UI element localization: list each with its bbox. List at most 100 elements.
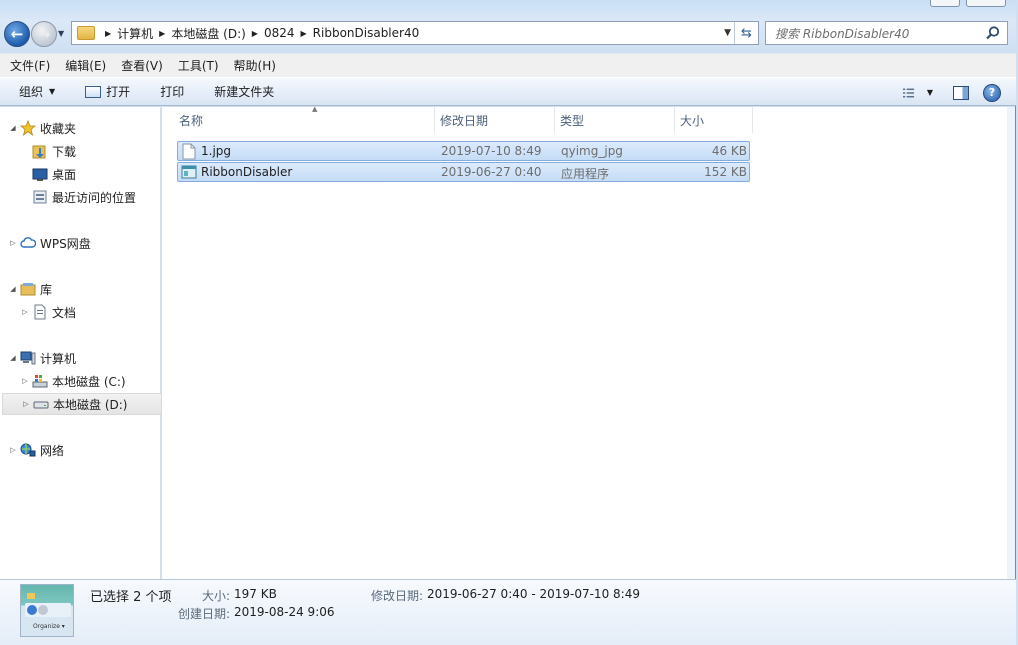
change-view-button[interactable]: ▼ bbox=[903, 87, 933, 99]
file-row[interactable]: 1.jpg 2019-07-10 8:49 qyimg_jpg 46 KB bbox=[177, 141, 750, 161]
downloads-folder-icon bbox=[32, 145, 46, 159]
folder-icon bbox=[77, 26, 95, 40]
tree-label: WPS网盘 bbox=[40, 236, 91, 251]
expanded-arrow-icon[interactable]: ◢ bbox=[8, 285, 18, 293]
tree-downloads[interactable]: 下载 bbox=[30, 140, 76, 162]
tree-label: 下载 bbox=[52, 144, 77, 159]
organize-label: 组织 bbox=[19, 85, 44, 99]
file-list: 名称 ▲ 修改日期 类型 大小 1.jpg 2019-07-10 8:49 qy… bbox=[162, 105, 1008, 579]
expanded-arrow-icon[interactable]: ◢ bbox=[8, 354, 18, 362]
collapsed-arrow-icon[interactable]: ▷ bbox=[20, 377, 30, 385]
new-folder-button[interactable]: 新建文件夹 bbox=[194, 77, 284, 106]
close-button[interactable] bbox=[966, 0, 1006, 7]
menu-bar: 文件(F) 编辑(E) 查看(V) 工具(T) 帮助(H) bbox=[0, 53, 1016, 77]
collapsed-arrow-icon[interactable]: ▷ bbox=[20, 308, 30, 316]
file-type: 应用程序 bbox=[561, 167, 610, 181]
tree-libraries[interactable]: ◢ 库 bbox=[8, 278, 52, 300]
menu-edit[interactable]: 编辑(E) bbox=[60, 57, 111, 74]
tree-recent-places[interactable]: 最近访问的位置 bbox=[30, 186, 136, 208]
expanded-arrow-icon[interactable]: ◢ bbox=[8, 124, 18, 132]
tree-label: 桌面 bbox=[52, 167, 77, 182]
tree-label: 最近访问的位置 bbox=[52, 190, 137, 205]
menu-file[interactable]: 文件(F) bbox=[5, 57, 55, 74]
computer-icon bbox=[20, 351, 36, 365]
tree-computer[interactable]: ◢ 计算机 bbox=[8, 347, 76, 369]
tree-label: 本地磁盘 (D:) bbox=[53, 397, 128, 412]
menu-help[interactable]: 帮助(H) bbox=[229, 57, 281, 74]
forward-icon bbox=[38, 605, 48, 615]
sort-ascending-icon: ▲ bbox=[312, 105, 318, 113]
chevron-down-icon[interactable]: ▼ bbox=[927, 88, 933, 97]
breadcrumb-current[interactable]: RibbonDisabler40 bbox=[313, 26, 420, 40]
chevron-right-icon[interactable]: ▶ bbox=[159, 29, 165, 38]
preview-pane-icon[interactable] bbox=[953, 85, 969, 100]
tree-wps-cloud[interactable]: ▷ WPS网盘 bbox=[8, 232, 91, 254]
size-label: 大小: bbox=[202, 589, 231, 603]
menu-tools[interactable]: 工具(T) bbox=[173, 57, 224, 74]
column-label: 名称 bbox=[179, 113, 204, 128]
column-header-size[interactable]: 大小 bbox=[675, 107, 753, 133]
help-icon[interactable]: ? bbox=[983, 83, 1001, 102]
document-icon bbox=[34, 304, 46, 320]
command-bar: 组织 ▼ 打开 打印 新建文件夹 ▼ ? bbox=[0, 77, 1016, 106]
tree-drive-c[interactable]: ▷ 本地磁盘 (C:) bbox=[20, 370, 126, 392]
menu-view[interactable]: 查看(V) bbox=[116, 57, 168, 74]
tree-drive-d[interactable]: ▷ 本地磁盘 (D:) bbox=[2, 393, 162, 415]
file-size: 152 KB bbox=[704, 165, 747, 179]
organize-button[interactable]: 组织 ▼ bbox=[0, 77, 65, 106]
chevron-right-icon[interactable]: ▶ bbox=[252, 29, 258, 38]
column-label: 大小 bbox=[680, 113, 705, 128]
tree-label: 计算机 bbox=[40, 351, 77, 366]
tree-label: 文档 bbox=[52, 305, 77, 320]
file-date: 2019-06-27 0:40 bbox=[441, 165, 542, 179]
maximize-button[interactable] bbox=[930, 0, 960, 7]
image-file-icon bbox=[182, 143, 196, 160]
right-edge bbox=[1007, 107, 1015, 579]
print-button[interactable]: 打印 bbox=[140, 77, 194, 106]
tree-favorites[interactable]: ◢ 收藏夹 bbox=[8, 117, 76, 139]
tree-desktop[interactable]: 桌面 bbox=[30, 163, 76, 185]
address-dropdown[interactable]: ▼ bbox=[724, 28, 731, 38]
tree-label: 本地磁盘 (C:) bbox=[52, 374, 126, 389]
search-input[interactable]: 搜索 RibbonDisabler40 bbox=[765, 21, 1008, 45]
modified-label: 修改日期: bbox=[371, 589, 424, 603]
tree-label: 库 bbox=[40, 282, 53, 297]
chevron-right-icon[interactable]: ▶ bbox=[105, 29, 111, 38]
breadcrumb-computer[interactable]: 计算机 bbox=[117, 25, 153, 42]
forward-button[interactable]: → bbox=[31, 21, 57, 47]
file-size: 46 KB bbox=[711, 144, 747, 158]
column-header-name[interactable]: 名称 ▲ bbox=[174, 105, 435, 133]
tree-documents[interactable]: ▷ 文档 bbox=[20, 301, 76, 323]
new-folder-label: 新建文件夹 bbox=[214, 85, 275, 99]
back-button[interactable]: ← bbox=[4, 21, 30, 47]
refresh-button[interactable]: ⇆ bbox=[734, 22, 758, 44]
details-view-icon bbox=[903, 88, 915, 97]
star-icon bbox=[20, 120, 36, 136]
address-bar[interactable]: ▶ 计算机 ▶ 本地磁盘 (D:) ▶ 0824 ▶ RibbonDisable… bbox=[71, 21, 759, 45]
column-header-type[interactable]: 类型 bbox=[555, 107, 675, 133]
title-bar: ← → ▼ ▶ 计算机 ▶ 本地磁盘 (D:) ▶ 0824 ▶ RibbonD… bbox=[0, 0, 1016, 53]
collapsed-arrow-icon[interactable]: ▷ bbox=[21, 400, 31, 408]
column-label: 类型 bbox=[560, 113, 585, 128]
recent-pages-dropdown[interactable]: ▼ bbox=[58, 29, 64, 38]
search-placeholder: 搜索 RibbonDisabler40 bbox=[775, 26, 910, 41]
collapsed-arrow-icon[interactable]: ▷ bbox=[8, 239, 18, 247]
collapsed-arrow-icon[interactable]: ▷ bbox=[8, 446, 18, 454]
chevron-right-icon[interactable]: ▶ bbox=[301, 29, 307, 38]
search-icon[interactable] bbox=[985, 25, 1001, 41]
application-icon bbox=[181, 165, 197, 179]
folder-icon bbox=[27, 593, 35, 599]
selection-thumbnail: Organize ▾ bbox=[20, 584, 74, 637]
thumbnail-label: Organize ▾ bbox=[33, 623, 65, 630]
breadcrumb-0824[interactable]: 0824 bbox=[264, 26, 295, 40]
breadcrumb-drive-d[interactable]: 本地磁盘 (D:) bbox=[171, 25, 245, 42]
open-button[interactable]: 打开 bbox=[65, 77, 140, 106]
refresh-icon: ⇆ bbox=[741, 25, 752, 41]
desktop-icon bbox=[32, 168, 48, 181]
tree-label: 网络 bbox=[40, 443, 65, 458]
column-header-date[interactable]: 修改日期 bbox=[435, 107, 555, 133]
file-row[interactable]: RibbonDisabler 2019-06-27 0:40 应用程序 152 … bbox=[177, 162, 750, 182]
tree-network[interactable]: ▷ 网络 bbox=[8, 439, 64, 461]
chevron-down-icon: ▼ bbox=[49, 87, 56, 96]
recent-places-icon bbox=[33, 190, 47, 204]
